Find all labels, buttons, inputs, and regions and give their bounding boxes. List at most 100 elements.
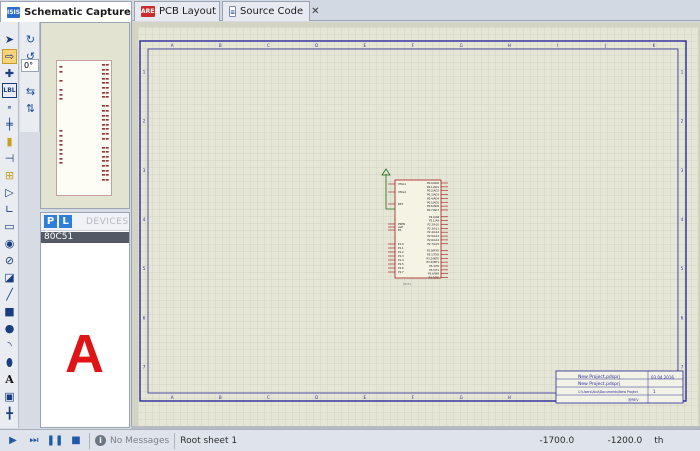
close-icon[interactable]: ✕: [311, 6, 319, 17]
step-button[interactable]: ⏭: [26, 433, 42, 449]
mirror-vertical-icon[interactable]: ⇅: [23, 101, 38, 116]
tab-schematic-capture[interactable]: ISIS Schematic Capture ✕: [0, 1, 147, 22]
play-button[interactable]: ▶: [5, 433, 21, 449]
pin-label: P2.3/A11: [427, 226, 439, 230]
column-label: K: [653, 43, 656, 48]
rotate-clockwise-icon[interactable]: ↻: [23, 32, 38, 47]
row-label: 6: [681, 315, 684, 320]
path-icon[interactable]: ⬮: [2, 355, 17, 370]
tab-source-code[interactable]: ≡ Source Code ✕: [222, 1, 320, 21]
column-label: G: [460, 395, 463, 400]
messages-indicator[interactable]: i No Messages: [95, 435, 169, 446]
column-label: G: [460, 43, 463, 48]
coordinate-y: -1200.0: [607, 435, 643, 446]
column-label: B: [219, 43, 222, 48]
source-code-icon: ≡: [229, 6, 237, 17]
orientation-toolbar: ↻ ↺ ⇆ ⇅: [20, 22, 40, 132]
coordinate-x: -1700.0: [539, 435, 575, 446]
column-label: D: [315, 43, 318, 48]
stop-button[interactable]: ■: [68, 433, 84, 449]
arc-icon[interactable]: ◝: [2, 338, 17, 353]
divider: [174, 432, 176, 449]
ares-icon: ARES: [141, 6, 159, 17]
device-pins-icon[interactable]: ⊞: [2, 168, 17, 183]
pin-label: P2.7/A15: [427, 242, 439, 246]
pin-label: P0.6/AD6: [427, 204, 439, 208]
pin-label: P3.0/RXD: [427, 249, 439, 253]
row-label: 1: [143, 70, 146, 75]
pin-label: XTAL2: [398, 190, 406, 194]
messages-text: No Messages: [110, 435, 170, 446]
pin-label: RST: [398, 202, 403, 206]
component-mode-icon[interactable]: ⇨: [2, 49, 17, 64]
row-label: 6: [143, 315, 146, 320]
pin-label: P2.0/A8: [429, 215, 439, 219]
line-icon[interactable]: ╱: [2, 287, 17, 302]
title-block-path: C:\Users\Atul\Documents\New Project: [578, 390, 639, 394]
overview-left-pins: ▬ ▬ ▬ ▬ ▬ ▬ ▬ ▬ ▬ ▬ ▬ ▬ ▬ ▬: [59, 64, 63, 166]
marker-icon[interactable]: ╋: [2, 406, 17, 421]
row-label: 1: [681, 70, 684, 75]
text-script-icon[interactable]: ≣: [2, 100, 17, 115]
pin-label: P0.3/AD3: [427, 193, 439, 197]
pin-label: P1.0: [398, 242, 404, 246]
pin-label: EA: [398, 228, 402, 232]
mode-toolbar: ➤ ⇨ ✚ LBL ≣ ╪ ▮ ⊣ ⊞ ▷ ∟ ▭ ◉ ⊘ ◪ ╱ ■ ● ◝ …: [0, 22, 19, 428]
row-label: 4: [681, 217, 684, 222]
pick-devices-button[interactable]: P: [44, 215, 57, 228]
devices-panel: P L DEVICES 80C51 A: [40, 212, 130, 428]
subcircuit-icon[interactable]: ▮: [2, 134, 17, 149]
schematic-sheet[interactable]: ABCDEFGHIJK ABCDEFGHIJK 1234567 1234567 …: [138, 27, 698, 427]
pin-label: P0.0/AD0: [427, 181, 439, 185]
pin-label: P0.7/AD7: [427, 208, 439, 212]
selection-mode-icon[interactable]: ➤: [2, 32, 17, 47]
voltage-probe-icon[interactable]: ◉: [2, 236, 17, 251]
current-probe-icon[interactable]: ⊘: [2, 253, 17, 268]
library-manager-button[interactable]: L: [59, 215, 72, 228]
generator-icon[interactable]: ▭: [2, 219, 17, 234]
terminals-icon[interactable]: ⊣: [2, 151, 17, 166]
pin-label: P2.2/A10: [427, 223, 439, 227]
row-label: 7: [681, 364, 684, 369]
pin-label: P2.5/A13: [427, 234, 439, 238]
column-label: C: [267, 395, 270, 400]
text-icon[interactable]: A: [2, 372, 17, 387]
schematic-editing-window[interactable]: ABCDEFGHIJK ABCDEFGHIJK 1234567 1234567 …: [131, 22, 700, 428]
pin-label: P3.7/RD: [429, 276, 439, 280]
symbol-icon[interactable]: ▣: [2, 389, 17, 404]
row-label: 7: [143, 364, 146, 369]
sheet-indicator[interactable]: Root sheet 1: [180, 436, 300, 446]
rotation-angle-input[interactable]: 0°: [21, 59, 39, 72]
overview-window[interactable]: ▬ ▬ ▬ ▬ ▬ ▬ ▬ ▬ ▬ ▬ ▬ ▬ ▬ ▬ ▬▬ ▬▬ ▬▬ ▬▬ ▬▬ ▬▬ ▬▬ ▬▬ ▬▬ ▬▬ ▬▬ ▬▬ ▬…: [40, 22, 130, 209]
row-label: 5: [143, 266, 146, 271]
device-list-item[interactable]: 80C51: [41, 232, 129, 243]
pin-label: P1.3: [398, 254, 404, 258]
column-label: I: [557, 43, 558, 48]
column-label: J: [604, 43, 606, 48]
pin-label: P2.4/A12: [427, 230, 439, 234]
pin-label: P3.3/INT1: [426, 260, 439, 264]
component-80c51[interactable]: XTAL1XTAL2RSTPSENALEEAP1.0P1.1P1.2P1.3P1…: [388, 179, 448, 286]
circle-icon[interactable]: ●: [2, 321, 17, 336]
tape-recorder-icon[interactable]: ∟: [2, 202, 17, 217]
pin-label: P0.4/AD4: [427, 196, 439, 200]
junction-dot-icon[interactable]: ✚: [2, 66, 17, 81]
pin-label: P1.1: [398, 246, 404, 250]
pause-button[interactable]: ❚❚: [47, 433, 64, 449]
buses-icon[interactable]: ╪: [2, 117, 17, 132]
pin-label: P3.5/T1: [429, 268, 439, 272]
isis-icon: ISIS: [7, 6, 21, 18]
status-bar: ▶ ⏭ ❚❚ ■ i No Messages Root sheet 1 -170…: [0, 429, 700, 451]
row-label: 5: [681, 266, 684, 271]
box-icon[interactable]: ■: [2, 304, 17, 319]
mirror-horizontal-icon[interactable]: ⇆: [23, 84, 38, 99]
title-block-design: New Project.pdsprj: [578, 381, 620, 387]
wire-label-icon[interactable]: LBL: [2, 83, 17, 98]
tab-pcb-layout[interactable]: ARES PCB Layout ✕: [134, 1, 232, 21]
graph-icon[interactable]: ▷: [2, 185, 17, 200]
pin-label: P2.6/A14: [427, 238, 439, 242]
virtual-instruments-icon[interactable]: ◪: [2, 270, 17, 285]
devices-title: DEVICES: [86, 216, 129, 227]
row-label: 2: [143, 119, 146, 124]
app-window: ISIS Schematic Capture ✕ ARES PCB Layout…: [0, 0, 700, 451]
